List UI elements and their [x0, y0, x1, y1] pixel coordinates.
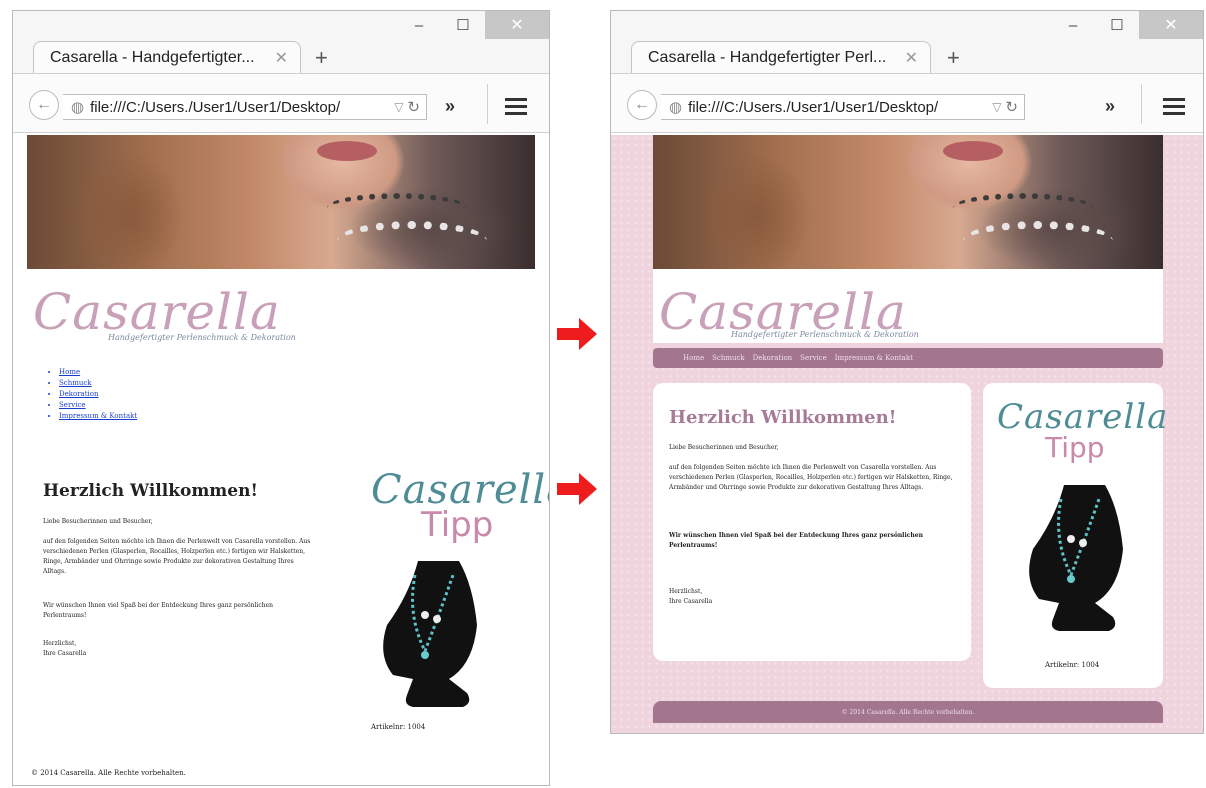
- tipp-word: Tipp: [421, 505, 494, 545]
- site-tagline: Handgefertigter Perlenschmuck & Dekorati…: [108, 333, 296, 342]
- back-button[interactable]: ←: [627, 90, 657, 120]
- close-button[interactable]: ✕: [485, 11, 549, 39]
- nav-link-schmuck[interactable]: Schmuck: [712, 354, 745, 362]
- nav-link-schmuck[interactable]: Schmuck: [59, 378, 137, 389]
- url-text: file:///C:/Users./User1/User1/Desktop/: [688, 98, 939, 116]
- dropdown-icon[interactable]: ▽: [394, 100, 403, 114]
- nav-link-home[interactable]: Home: [683, 354, 704, 362]
- site-tagline: Handgefertigter Perlenschmuck & Dekorati…: [731, 330, 919, 339]
- toolbar-divider: [1141, 84, 1142, 124]
- globe-icon: ◍: [669, 99, 683, 116]
- nav-link-dekoration[interactable]: Dekoration: [753, 354, 793, 362]
- page-content-styled: Casarella Handgefertigter Perlenschmuck …: [611, 135, 1203, 733]
- url-bar[interactable]: ◍ file:///C:/Users./User1/User1/Desktop/…: [63, 94, 427, 120]
- close-button[interactable]: ✕: [1139, 11, 1203, 39]
- back-arrow-icon: ←: [634, 96, 650, 113]
- greeting-text: Liebe Besucherinnen und Besucher,: [669, 444, 779, 451]
- intro-text: auf den folgenden Seiten möchte ich Ihne…: [43, 538, 311, 575]
- comparison-stage: – ☐ ✕ Casarella - Handgefertigter... ✕ +…: [0, 0, 1206, 788]
- signoff-line1: Herzlichst,: [669, 588, 703, 595]
- arrow-right-icon: [557, 473, 597, 505]
- nav-link-dekoration[interactable]: Dekoration: [59, 389, 137, 400]
- nav-bar-site: Home Schmuck Dekoration Service Impressu…: [653, 348, 1163, 368]
- site-footer: © 2014 Casarella. Alle Rechte vorbehalte…: [653, 701, 1163, 723]
- nav-link-impressum[interactable]: Impressum & Kontakt: [59, 411, 137, 422]
- maximize-button[interactable]: ☐: [1095, 11, 1139, 39]
- tab-bar: – ☐ ✕ Casarella - Handgefertigter... ✕ +: [13, 11, 549, 74]
- toolbar-divider: [487, 84, 488, 124]
- close-tab-icon[interactable]: ✕: [275, 48, 288, 68]
- hero-image: [653, 135, 1163, 269]
- footer-text: © 2014 Casarella. Alle Rechte vorbehalte…: [31, 769, 186, 777]
- hero-image: [27, 135, 535, 269]
- overflow-button[interactable]: »: [445, 96, 455, 117]
- dropdown-icon[interactable]: ▽: [992, 100, 1001, 114]
- necklace-bust-image[interactable]: [1019, 479, 1129, 639]
- close-tab-icon[interactable]: ✕: [905, 48, 918, 68]
- nav-list: Home Schmuck Dekoration Service Impressu…: [59, 367, 137, 422]
- window-controls: – ☐ ✕: [1051, 11, 1203, 39]
- back-button[interactable]: ←: [29, 90, 59, 120]
- greeting-text: Liebe Besucherinnen und Besucher,: [43, 518, 153, 525]
- overflow-button[interactable]: »: [1105, 96, 1115, 117]
- page-heading: Herzlich Willkommen!: [43, 481, 258, 501]
- nav-bar: ← ◍ file:///C:/Users./User1/User1/Deskto…: [611, 73, 1203, 133]
- url-text: file:///C:/Users./User1/User1/Desktop/: [90, 98, 341, 116]
- nav-bar: ← ◍ file:///C:/Users./User1/User1/Deskto…: [13, 73, 549, 133]
- tab-title: Casarella - Handgefertigter Perl...: [648, 49, 887, 66]
- tipp-word: Tipp: [1045, 431, 1105, 464]
- minimize-button[interactable]: –: [1051, 11, 1095, 39]
- tab-active[interactable]: Casarella - Handgefertigter... ✕: [33, 41, 301, 74]
- article-number: Artikelnr: 1004: [1045, 661, 1100, 669]
- wish-text: Wir wünschen Ihnen viel Spaß bei der Ent…: [669, 532, 923, 549]
- minimize-button[interactable]: –: [397, 11, 441, 39]
- reload-icon[interactable]: ↻: [407, 98, 420, 116]
- window-controls: – ☐ ✕: [397, 11, 549, 39]
- nav-link-service[interactable]: Service: [59, 400, 137, 411]
- new-tab-button[interactable]: +: [947, 45, 960, 71]
- signoff-line2: Ihre Casarella: [669, 598, 713, 605]
- signoff-line2: Ihre Casarella: [43, 650, 87, 657]
- nav-link-impressum[interactable]: Impressum & Kontakt: [835, 354, 913, 362]
- arrow-right-icon: [557, 318, 597, 350]
- page-content-unstyled: Casarella Handgefertigter Perlenschmuck …: [13, 135, 549, 785]
- page-heading: Herzlich Willkommen!: [669, 407, 897, 428]
- url-bar[interactable]: ◍ file:///C:/Users./User1/User1/Desktop/…: [661, 94, 1025, 120]
- signoff-line1: Herzlichst,: [43, 640, 77, 647]
- back-arrow-icon: ←: [36, 96, 52, 113]
- hamburger-menu-icon[interactable]: [505, 94, 527, 119]
- intro-text: auf den folgenden Seiten möchte ich Ihne…: [669, 464, 953, 491]
- tab-bar: – ☐ ✕ Casarella - Handgefertigter Perl..…: [611, 11, 1203, 74]
- globe-icon: ◍: [71, 99, 85, 116]
- new-tab-button[interactable]: +: [315, 45, 328, 71]
- tab-active[interactable]: Casarella - Handgefertigter Perl... ✕: [631, 41, 931, 74]
- tab-title: Casarella - Handgefertigter...: [50, 49, 255, 66]
- article-number: Artikelnr: 1004: [371, 723, 426, 731]
- maximize-button[interactable]: ☐: [441, 11, 485, 39]
- browser-window-styled: – ☐ ✕ Casarella - Handgefertigter Perl..…: [610, 10, 1204, 734]
- nav-link-service[interactable]: Service: [800, 354, 827, 362]
- necklace-bust-image[interactable]: [373, 555, 483, 715]
- hamburger-menu-icon[interactable]: [1163, 94, 1185, 119]
- footer-text: © 2014 Casarella. Alle Rechte vorbehalte…: [841, 708, 975, 716]
- browser-window-unstyled: – ☐ ✕ Casarella - Handgefertigter... ✕ +…: [12, 10, 550, 786]
- wish-text: Wir wünschen Ihnen viel Spaß bei der Ent…: [43, 602, 273, 619]
- reload-icon[interactable]: ↻: [1005, 98, 1018, 116]
- nav-link-home[interactable]: Home: [59, 367, 137, 378]
